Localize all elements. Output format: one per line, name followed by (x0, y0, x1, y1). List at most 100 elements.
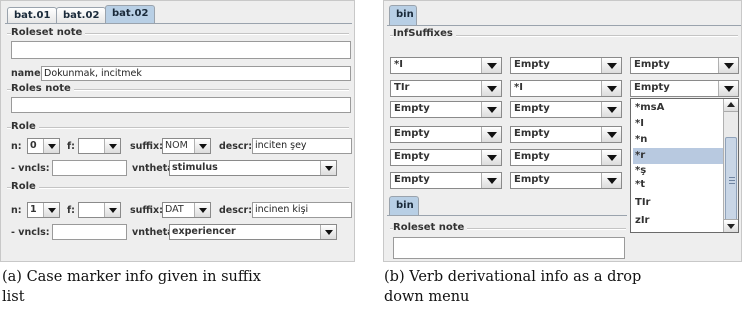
roleset-editor-panel: bat.01 bat.02 bat.02 Roleset note name: … (0, 0, 355, 262)
chevron-down-icon[interactable] (601, 173, 621, 188)
role-1-n-value: 0 (30, 140, 37, 151)
suffix-select-r4c1[interactable]: Empty (390, 126, 502, 143)
scroll-up-icon[interactable] (724, 99, 738, 112)
suffix-select-r5c2[interactable]: Empty (510, 149, 622, 166)
role-2-n-label: n: (11, 205, 22, 216)
chevron-down-icon[interactable] (481, 102, 501, 117)
role-2-n-select[interactable]: 1 (27, 202, 60, 218)
caption-b-line-2: down menu (384, 289, 470, 305)
chevron-down-icon[interactable] (481, 58, 501, 73)
tab-bat-02[interactable]: bat.02 (56, 7, 107, 23)
tab-bat-02-active[interactable]: bat.02 (105, 5, 156, 24)
bottom-tab-divider (387, 215, 627, 216)
suffix-value: Empty (514, 128, 550, 139)
grip-line (729, 177, 735, 178)
suffix-select-r1c1[interactable]: *I (390, 57, 502, 74)
suffix-value: Empty (394, 151, 430, 162)
infsuffixes-label: InfSuffixes (393, 28, 456, 39)
roleset-note-label: Roleset note (393, 222, 468, 233)
chevron-down-icon[interactable] (194, 203, 210, 217)
role-2-vntheta-value: experiencer (172, 226, 236, 237)
chevron-down-icon[interactable] (481, 173, 501, 188)
role-2-descr-field[interactable]: incinen kişi (252, 202, 352, 218)
name-field[interactable]: Dokunmak, incitmek (41, 66, 351, 81)
dropdown-option[interactable]: *msA (633, 100, 723, 116)
dropdown-option[interactable]: *ş (633, 164, 723, 178)
scroll-down-icon[interactable] (724, 219, 738, 232)
chevron-down-icon[interactable] (601, 81, 621, 96)
caption-a-line-1: (a) Case marker info given in suffix (2, 269, 261, 285)
suffix-select-r2c1[interactable]: TIr (390, 80, 502, 97)
role-2-suffix-value: DAT (165, 204, 184, 215)
suffix-value: Empty (394, 174, 430, 185)
suffix-select-r1c3[interactable]: Empty (630, 57, 739, 74)
roleset-note-field[interactable] (393, 237, 625, 259)
role-2-f-select[interactable] (78, 202, 121, 218)
chevron-down-icon[interactable] (104, 203, 120, 217)
suffix-select-r6c2[interactable]: Empty (510, 172, 622, 189)
suffix-select-r1c2[interactable]: Empty (510, 57, 622, 74)
chevron-down-icon[interactable] (481, 81, 501, 96)
suffix-value: Empty (394, 128, 430, 139)
tab-bin[interactable]: bin (389, 5, 417, 25)
dropdown-option[interactable]: *t (633, 178, 723, 192)
tab-bin-bottom[interactable]: bin (389, 196, 419, 215)
tab-divider (387, 25, 741, 26)
chevron-down-icon[interactable] (718, 81, 738, 96)
role-1-f-select[interactable] (78, 138, 121, 154)
suffix-select-r2c3[interactable]: Empty (630, 80, 739, 97)
role-2-vncls-field[interactable] (52, 224, 127, 240)
dropdown-scrollbar[interactable] (723, 99, 738, 232)
roles-note-label: Roles note (11, 83, 74, 94)
dropdown-option[interactable]: TIr (633, 195, 723, 211)
role-1-vncls-label: - vncls: (11, 163, 50, 174)
caption-a-line-2: list (2, 289, 25, 305)
grip-line (729, 183, 735, 184)
role-1-vncls-field[interactable] (52, 160, 127, 176)
roles-note-field[interactable] (11, 97, 351, 113)
role-2-n-value: 1 (30, 204, 37, 215)
suffix-dropdown-list[interactable]: *msA *I *n *r *ş *t TIr zIr (630, 98, 739, 233)
chevron-down-icon[interactable] (481, 127, 501, 142)
chevron-down-icon[interactable] (481, 150, 501, 165)
chevron-down-icon[interactable] (718, 58, 738, 73)
chevron-down-icon[interactable] (194, 139, 210, 153)
role-2-suffix-label: suffix: (130, 205, 163, 216)
chevron-down-icon[interactable] (601, 127, 621, 142)
chevron-down-icon[interactable] (104, 139, 120, 153)
suffix-select-r3c2[interactable]: Empty (510, 101, 622, 118)
role-1-suffix-select[interactable]: NOM (162, 138, 211, 154)
tab-bat-01[interactable]: bat.01 (7, 7, 58, 23)
suffix-value: *I (514, 82, 523, 93)
role-1-suffix-label: suffix: (130, 141, 163, 152)
role-1-vntheta-select[interactable]: stimulus (169, 160, 337, 176)
dropdown-option[interactable]: *I (633, 116, 723, 132)
chevron-down-icon[interactable] (601, 58, 621, 73)
chevron-down-icon[interactable] (320, 225, 336, 239)
chevron-down-icon[interactable] (320, 161, 336, 175)
suffix-select-r2c2[interactable]: *I (510, 80, 622, 97)
roleset-note-field[interactable] (11, 41, 351, 59)
scroll-thumb[interactable] (725, 137, 737, 223)
chevron-down-icon[interactable] (43, 203, 59, 217)
suffix-select-r5c1[interactable]: Empty (390, 149, 502, 166)
role-1-descr-field[interactable]: inciten şey (252, 138, 352, 154)
suffix-value: Empty (634, 59, 670, 70)
role-2-title: Role (11, 181, 39, 192)
suffix-select-r3c1[interactable]: Empty (390, 101, 502, 118)
dropdown-option[interactable]: *n (633, 132, 723, 148)
chevron-down-icon[interactable] (43, 139, 59, 153)
suffix-select-r4c2[interactable]: Empty (510, 126, 622, 143)
role-1-descr-label: descr: (219, 141, 253, 152)
role-1-n-select[interactable]: 0 (27, 138, 60, 154)
suffix-value: Empty (514, 103, 550, 114)
suffix-value: *I (394, 59, 403, 70)
role-1-suffix-value: NOM (165, 140, 188, 151)
dropdown-option-selected[interactable]: *r (633, 148, 723, 164)
chevron-down-icon[interactable] (601, 150, 621, 165)
role-2-vntheta-select[interactable]: experiencer (169, 224, 337, 240)
role-2-suffix-select[interactable]: DAT (162, 202, 211, 218)
dropdown-option[interactable]: zIr (633, 213, 723, 229)
suffix-select-r6c1[interactable]: Empty (390, 172, 502, 189)
chevron-down-icon[interactable] (601, 102, 621, 117)
